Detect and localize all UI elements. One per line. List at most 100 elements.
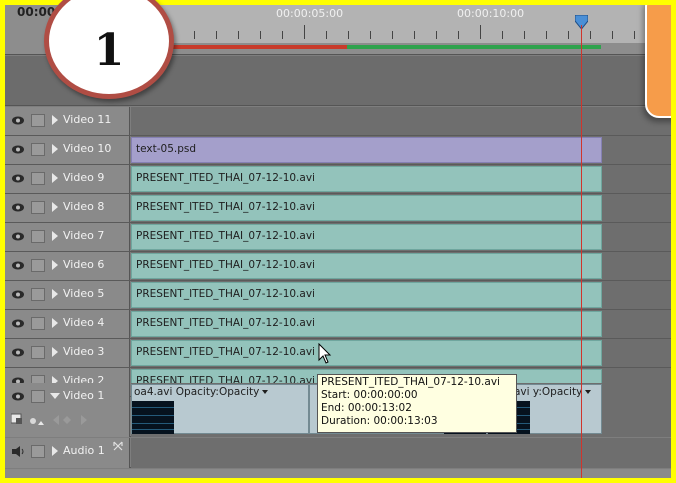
ruler-strip[interactable]: [130, 5, 671, 43]
expand-triangle-icon[interactable]: [52, 446, 58, 456]
expand-triangle-icon[interactable]: [52, 260, 58, 270]
lock-toggle[interactable]: [31, 114, 45, 127]
eye-icon[interactable]: [11, 391, 25, 402]
opacity-dropdown-icon[interactable]: [585, 390, 592, 394]
eye-icon[interactable]: [11, 231, 25, 242]
expand-triangle-icon[interactable]: [52, 347, 58, 357]
clip-segment-1-opacity[interactable]: Opacity:Opacity: [176, 386, 260, 398]
clip-segment-2-opacity[interactable]: y:Opacity: [533, 386, 582, 398]
lock-toggle[interactable]: [31, 445, 45, 458]
track-video-4[interactable]: Video 4 PRESENT_ITED_THAI_07-12-10.avi: [5, 310, 671, 339]
lock-toggle[interactable]: [31, 317, 45, 330]
lock-toggle[interactable]: [31, 143, 45, 156]
track-header-video-4[interactable]: Video 4: [5, 310, 130, 338]
track-video-6[interactable]: Video 6 PRESENT_ITED_THAI_07-12-10.avi: [5, 252, 671, 281]
track-label: Video 3: [63, 345, 105, 358]
tooltip-end: End: 00:00:13:02: [321, 402, 412, 414]
track-area-audio-1[interactable]: [131, 438, 671, 468]
clip-name: PRESENT_ITED_THAI_07-12-10.avi: [136, 346, 315, 358]
timeline-clip[interactable]: PRESENT_ITED_THAI_07-12-10.avi: [131, 282, 602, 308]
clip-name: PRESENT_ITED_THAI_07-12-10.avi: [136, 288, 315, 300]
sync-marker-icon: [113, 441, 123, 451]
collapse-triangle-icon[interactable]: [50, 393, 60, 399]
track-label: Video 9: [63, 171, 105, 184]
speaker-icon[interactable]: [11, 446, 25, 457]
lock-toggle[interactable]: [31, 390, 45, 403]
tooltip-duration: Duration: 00:00:13:03: [321, 415, 438, 427]
track-video-3[interactable]: Video 3 PRESENT_ITED_THAI_07-12-10.avi: [5, 339, 671, 368]
track-label: Video 4: [63, 316, 105, 329]
eye-icon[interactable]: [11, 202, 25, 213]
clip-segment-1[interactable]: oa4.avi Opacity:Opacity: [131, 384, 309, 434]
orange-callout: [645, 5, 671, 118]
timeline-clip[interactable]: PRESENT_ITED_THAI_07-12-10.avi: [131, 340, 602, 366]
yellow-frame: 00:00 00:00:05:00 00:00:10:00 Video 11 V…: [0, 0, 676, 483]
track-header-video-11[interactable]: Video 11: [5, 107, 130, 135]
eye-icon[interactable]: [11, 115, 25, 126]
timeline-clip[interactable]: PRESENT_ITED_THAI_07-12-10.avi: [131, 311, 602, 337]
track-video-5[interactable]: Video 5 PRESENT_ITED_THAI_07-12-10.avi: [5, 281, 671, 310]
eye-icon[interactable]: [11, 289, 25, 300]
clip-name: PRESENT_ITED_THAI_07-12-10.avi: [136, 172, 315, 184]
clip-thumbnail: [132, 401, 174, 434]
expand-triangle-icon[interactable]: [52, 115, 58, 125]
track-video-7[interactable]: Video 7 PRESENT_ITED_THAI_07-12-10.avi: [5, 223, 671, 252]
eye-icon[interactable]: [11, 144, 25, 155]
opacity-dropdown-icon[interactable]: [262, 390, 269, 394]
track-header-video-10[interactable]: Video 10: [5, 136, 130, 164]
track-label: Video 5: [63, 287, 105, 300]
expand-triangle-icon[interactable]: [52, 318, 58, 328]
expand-triangle-icon[interactable]: [52, 173, 58, 183]
track-header-video-5[interactable]: Video 5: [5, 281, 130, 309]
track-header-video-8[interactable]: Video 8: [5, 194, 130, 222]
eye-icon[interactable]: [11, 260, 25, 271]
keyframe-controls[interactable]: [11, 413, 121, 427]
tooltip-start: Start: 00:00:00:00: [321, 389, 418, 401]
track-label: Video 8: [63, 200, 105, 213]
eye-icon[interactable]: [11, 318, 25, 329]
clip-name: PRESENT_ITED_THAI_07-12-10.avi: [136, 230, 315, 242]
track-label: Video 11: [63, 113, 112, 126]
timeline-clip[interactable]: PRESENT_ITED_THAI_07-12-10.avi: [131, 195, 602, 221]
clip-name: text-05.psd: [136, 143, 197, 155]
clip-name: PRESENT_ITED_THAI_07-12-10.avi: [136, 317, 315, 329]
lock-toggle[interactable]: [31, 346, 45, 359]
track-video-9[interactable]: Video 9 PRESENT_ITED_THAI_07-12-10.avi: [5, 165, 671, 194]
timeline-clip[interactable]: PRESENT_ITED_THAI_07-12-10.avi: [131, 224, 602, 250]
clip-tooltip: PRESENT_ITED_THAI_07-12-10.avi Start: 00…: [317, 374, 517, 433]
track-header-video-9[interactable]: Video 9: [5, 165, 130, 193]
lock-toggle[interactable]: [31, 259, 45, 272]
lock-toggle[interactable]: [31, 288, 45, 301]
mouse-cursor-icon: [318, 343, 332, 364]
track-header-audio-1[interactable]: Audio 1: [5, 438, 130, 468]
track-header-video-6[interactable]: Video 6: [5, 252, 130, 280]
clip-name: PRESENT_ITED_THAI_07-12-10.avi: [136, 201, 315, 213]
lock-toggle[interactable]: [31, 172, 45, 185]
track-video-11[interactable]: Video 11: [5, 107, 671, 136]
track-header-video-1[interactable]: Video 1: [5, 383, 130, 437]
render-bar-rendered: [347, 45, 601, 49]
timeline-clip[interactable]: PRESENT_ITED_THAI_07-12-10.avi: [131, 253, 602, 279]
clip-segment-1-name: oa4.avi: [134, 386, 173, 398]
expand-triangle-icon[interactable]: [52, 144, 58, 154]
track-video-8[interactable]: Video 8 PRESENT_ITED_THAI_07-12-10.avi: [5, 194, 671, 223]
expand-triangle-icon[interactable]: [52, 231, 58, 241]
track-header-video-3[interactable]: Video 3: [5, 339, 130, 367]
lock-toggle[interactable]: [31, 230, 45, 243]
expand-triangle-icon[interactable]: [52, 202, 58, 212]
expand-triangle-icon[interactable]: [52, 289, 58, 299]
eye-icon[interactable]: [11, 173, 25, 184]
lock-toggle[interactable]: [31, 201, 45, 214]
track-area[interactable]: [131, 107, 671, 135]
track-video-10[interactable]: Video 10 text-05.psd: [5, 136, 671, 165]
playhead-line[interactable]: [581, 25, 582, 478]
clip-name: PRESENT_ITED_THAI_07-12-10.avi: [136, 259, 315, 271]
step-number: 1: [93, 24, 125, 76]
track-header-video-7[interactable]: Video 7: [5, 223, 130, 251]
track-audio-1[interactable]: Audio 1: [5, 438, 671, 468]
eye-icon[interactable]: [11, 347, 25, 358]
timeline-clip[interactable]: PRESENT_ITED_THAI_07-12-10.avi: [131, 166, 602, 192]
track-label-audio-1: Audio 1: [63, 444, 105, 457]
timeline-clip[interactable]: text-05.psd: [131, 137, 602, 163]
ruler-timecode-5s: 00:00:05:00: [276, 7, 344, 20]
